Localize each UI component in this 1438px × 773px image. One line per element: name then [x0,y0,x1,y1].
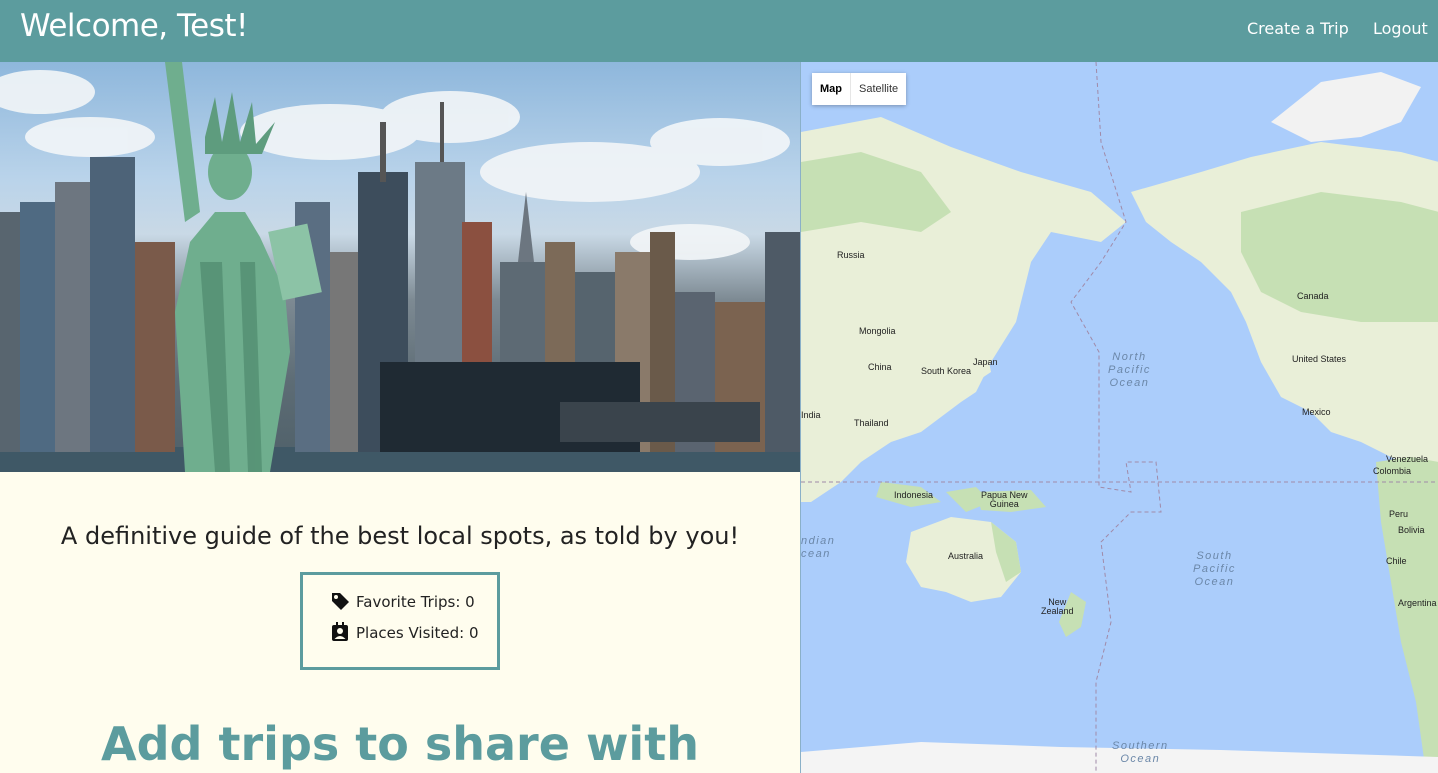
label-south-pacific-ocean: South Pacific Ocean [1193,550,1236,588]
places-visited-label: Places Visited: 0 [356,624,479,642]
create-trip-link[interactable]: Create a Trip [1247,19,1349,38]
label-australia: Australia [948,551,984,561]
contact-card-icon [330,622,350,642]
label-papua-new-guinea: Papua New Guinea [981,490,1028,509]
tag-icon [330,591,350,611]
left-panel: A definitive guide of the best local spo… [0,62,800,773]
hero-image-new-york-skyline [0,62,800,472]
label-peru: Peru [1389,509,1409,519]
top-nav-bar: Welcome, Test! Create a Trip Logout [0,0,1438,62]
label-mongolia: Mongolia [859,326,896,336]
places-visited-stat: Places Visited: 0 [330,622,479,642]
label-south-korea: South Korea [921,366,972,376]
label-colombia: Colombia [1373,466,1412,476]
label-bolivia: Bolivia [1398,525,1425,535]
label-thailand: Thailand [854,418,889,428]
label-north-pacific-ocean: North Pacific Ocean [1108,351,1151,389]
map-type-control: Map Satellite [812,73,907,105]
world-map[interactable]: Map Satellite Russia Mongolia China Sout… [800,62,1438,773]
label-india: India [801,410,821,420]
label-china: China [868,362,892,372]
label-new-zealand: New Zealand [1041,597,1074,616]
logout-link[interactable]: Logout [1373,19,1428,38]
label-venezuela: Venezuela [1386,454,1429,464]
label-indonesia: Indonesia [894,490,934,500]
user-stats-box: Favorite Trips: 0 Places Visited: 0 [300,572,500,670]
satellite-view-button[interactable]: Satellite [850,73,907,105]
label-canada: Canada [1297,291,1329,301]
label-mexico: Mexico [1302,407,1331,417]
label-southern-ocean: Southern Ocean [1112,740,1169,765]
label-united-states: United States [1292,354,1347,364]
label-japan: Japan [973,357,998,367]
add-trips-heading: Add trips to share with [101,717,699,771]
label-argentina: Argentina [1398,598,1437,608]
welcome-title: Welcome, Test! [20,8,248,44]
label-chile: Chile [1386,556,1407,566]
label-russia: Russia [837,250,865,260]
favorite-trips-label: Favorite Trips: 0 [356,593,475,611]
favorite-trips-stat: Favorite Trips: 0 [330,591,475,611]
site-tagline: A definitive guide of the best local spo… [60,522,740,550]
map-view-button[interactable]: Map [812,73,850,105]
label-indian-ocean: ndian cean [801,535,836,560]
